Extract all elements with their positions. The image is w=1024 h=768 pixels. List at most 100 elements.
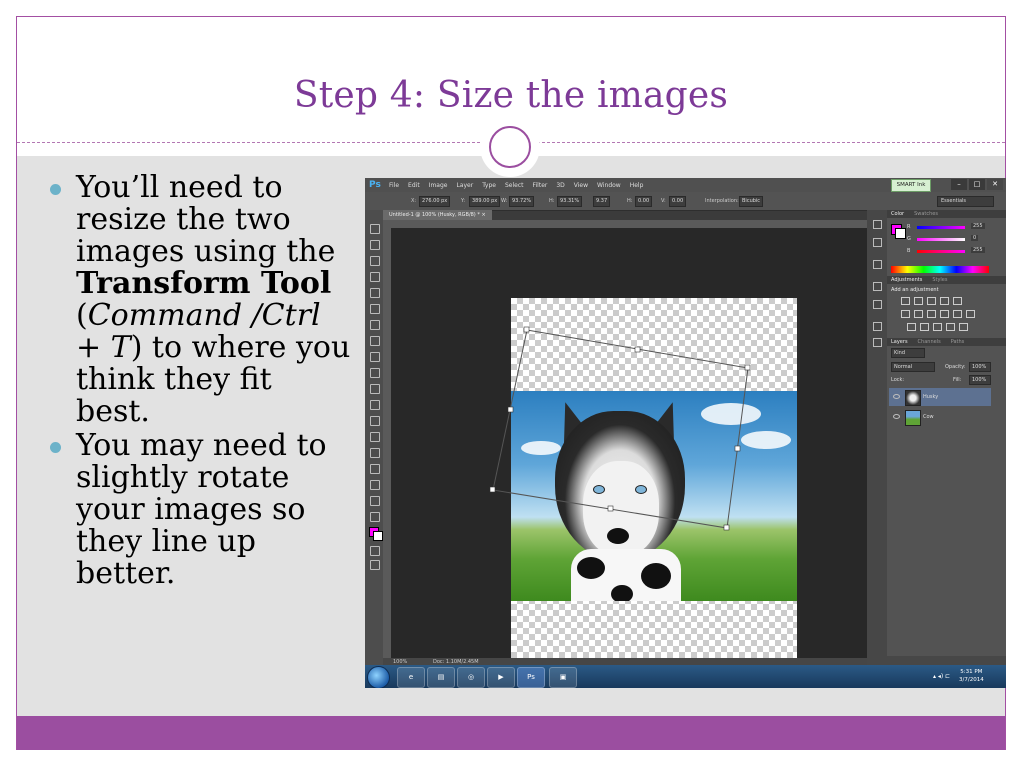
channel-mixer-icon[interactable] bbox=[953, 310, 962, 318]
character-panel-icon[interactable] bbox=[873, 322, 882, 331]
curves-icon[interactable] bbox=[927, 297, 936, 305]
menu-layer[interactable]: Layer bbox=[456, 182, 473, 189]
hskew-field[interactable]: 0.00 bbox=[635, 196, 653, 207]
eyedropper-tool-icon[interactable] bbox=[370, 304, 380, 314]
color-bg-swatch[interactable] bbox=[895, 228, 906, 239]
marquee-tool-icon[interactable] bbox=[370, 240, 380, 250]
r-value[interactable]: 255 bbox=[971, 223, 985, 229]
menu-select[interactable]: Select bbox=[505, 182, 524, 189]
explorer-taskbar-icon[interactable]: ▤ bbox=[427, 667, 455, 688]
path-select-tool-icon[interactable] bbox=[370, 464, 380, 474]
b-slider[interactable] bbox=[917, 250, 965, 253]
stamp-tool-icon[interactable] bbox=[370, 352, 380, 362]
color-balance-icon[interactable] bbox=[914, 310, 923, 318]
menu-file[interactable]: File bbox=[389, 182, 399, 189]
system-tray-icons[interactable]: ▴ ◂) ⊏ bbox=[933, 673, 950, 680]
crop-tool-icon[interactable] bbox=[370, 288, 380, 298]
history-panel-icon[interactable] bbox=[873, 220, 882, 229]
eye-icon[interactable] bbox=[893, 394, 900, 399]
eraser-tool-icon[interactable] bbox=[370, 384, 380, 394]
tab-swatches[interactable]: Swatches bbox=[914, 211, 938, 217]
b-value[interactable]: 255 bbox=[971, 247, 985, 253]
move-tool-icon[interactable] bbox=[370, 224, 380, 234]
pen-tool-icon[interactable] bbox=[370, 432, 380, 442]
layer-row-husky[interactable]: Husky bbox=[889, 388, 991, 406]
menu-view[interactable]: View bbox=[574, 182, 588, 189]
menu-3d[interactable]: 3D bbox=[556, 182, 564, 189]
healing-tool-icon[interactable] bbox=[370, 320, 380, 330]
lasso-tool-icon[interactable] bbox=[370, 256, 380, 266]
black-white-icon[interactable] bbox=[927, 310, 936, 318]
paragraph-panel-icon[interactable] bbox=[873, 338, 882, 347]
app-taskbar-icon[interactable]: ▣ bbox=[549, 667, 577, 688]
blend-mode-select[interactable]: Normal bbox=[891, 362, 935, 372]
clone-source-icon[interactable] bbox=[873, 300, 882, 309]
husky-cow-image[interactable] bbox=[511, 391, 797, 601]
tab-color[interactable]: Color bbox=[891, 211, 904, 217]
g-slider[interactable] bbox=[917, 238, 965, 241]
clock[interactable]: 5:31 PM 3/7/2014 bbox=[959, 668, 984, 684]
fill-field[interactable]: 100% bbox=[969, 375, 991, 385]
layer-row-cow[interactable]: Cow bbox=[889, 408, 991, 426]
invert-icon[interactable] bbox=[907, 323, 916, 331]
interpolation-select[interactable]: Bicubic bbox=[739, 196, 764, 207]
r-slider[interactable] bbox=[917, 226, 965, 229]
dodge-tool-icon[interactable] bbox=[370, 416, 380, 426]
workspace-select[interactable]: Essentials bbox=[937, 196, 994, 207]
zoom-tool-icon[interactable] bbox=[370, 512, 380, 522]
eye-icon[interactable] bbox=[893, 414, 900, 419]
vibrance-icon[interactable] bbox=[953, 297, 962, 305]
tab-paths[interactable]: Paths bbox=[951, 339, 965, 345]
quick-select-tool-icon[interactable] bbox=[370, 272, 380, 282]
photo-filter-icon[interactable] bbox=[940, 310, 949, 318]
tab-adjustments[interactable]: Adjustments bbox=[891, 277, 922, 283]
info-panel-icon[interactable] bbox=[873, 260, 882, 269]
smart-ink-button[interactable]: SMART Ink bbox=[891, 179, 931, 192]
shape-tool-icon[interactable] bbox=[370, 480, 380, 490]
background-color-swatch[interactable] bbox=[373, 531, 383, 541]
gradient-map-icon[interactable] bbox=[946, 323, 955, 331]
start-button-icon[interactable] bbox=[367, 666, 390, 688]
quick-mask-icon[interactable] bbox=[370, 546, 380, 556]
x-field[interactable]: 276.00 px bbox=[419, 196, 451, 207]
tab-layers[interactable]: Layers bbox=[891, 339, 908, 345]
tab-styles[interactable]: Styles bbox=[932, 277, 947, 283]
menu-type[interactable]: Type bbox=[482, 182, 496, 189]
selective-color-icon[interactable] bbox=[959, 323, 968, 331]
h-field[interactable]: 93.31% bbox=[557, 196, 583, 207]
color-lookup-icon[interactable] bbox=[966, 310, 975, 318]
hand-tool-icon[interactable] bbox=[370, 496, 380, 506]
y-field[interactable]: 389.00 px bbox=[469, 196, 501, 207]
chrome-taskbar-icon[interactable]: ◎ bbox=[457, 667, 485, 688]
menu-edit[interactable]: Edit bbox=[408, 182, 420, 189]
hue-sat-icon[interactable] bbox=[901, 310, 910, 318]
canvas-area[interactable] bbox=[391, 228, 867, 688]
exposure-icon[interactable] bbox=[940, 297, 949, 305]
threshold-icon[interactable] bbox=[933, 323, 942, 331]
levels-icon[interactable] bbox=[914, 297, 923, 305]
menu-image[interactable]: Image bbox=[429, 182, 448, 189]
type-tool-icon[interactable] bbox=[370, 448, 380, 458]
photoshop-taskbar-icon[interactable]: Ps bbox=[517, 667, 545, 688]
menu-help[interactable]: Help bbox=[630, 182, 644, 189]
g-value[interactable]: 0 bbox=[971, 235, 979, 241]
brightness-icon[interactable] bbox=[901, 297, 910, 305]
layer-kind-filter[interactable]: Kind bbox=[891, 348, 925, 358]
ie-taskbar-icon[interactable]: e bbox=[397, 667, 425, 688]
brush-tool-icon[interactable] bbox=[370, 336, 380, 346]
angle-field[interactable]: 9.37 bbox=[593, 196, 611, 207]
close-button[interactable]: ✕ bbox=[987, 179, 1003, 190]
tab-channels[interactable]: Channels bbox=[918, 339, 941, 345]
vskew-field[interactable]: 0.00 bbox=[669, 196, 687, 207]
screen-mode-icon[interactable] bbox=[370, 560, 380, 570]
actions-panel-icon[interactable] bbox=[873, 238, 882, 247]
restore-button[interactable]: □ bbox=[969, 179, 985, 190]
history-brush-tool-icon[interactable] bbox=[370, 368, 380, 378]
minimize-button[interactable]: – bbox=[951, 179, 967, 190]
brush-presets-icon[interactable] bbox=[873, 282, 882, 291]
menu-filter[interactable]: Filter bbox=[533, 182, 548, 189]
document-tab[interactable]: Untitled-1 @ 100% (Husky, RGB/8) * × bbox=[383, 210, 492, 220]
gradient-tool-icon[interactable] bbox=[370, 400, 380, 410]
media-player-taskbar-icon[interactable]: ▶ bbox=[487, 667, 515, 688]
opacity-field[interactable]: 100% bbox=[969, 362, 991, 372]
